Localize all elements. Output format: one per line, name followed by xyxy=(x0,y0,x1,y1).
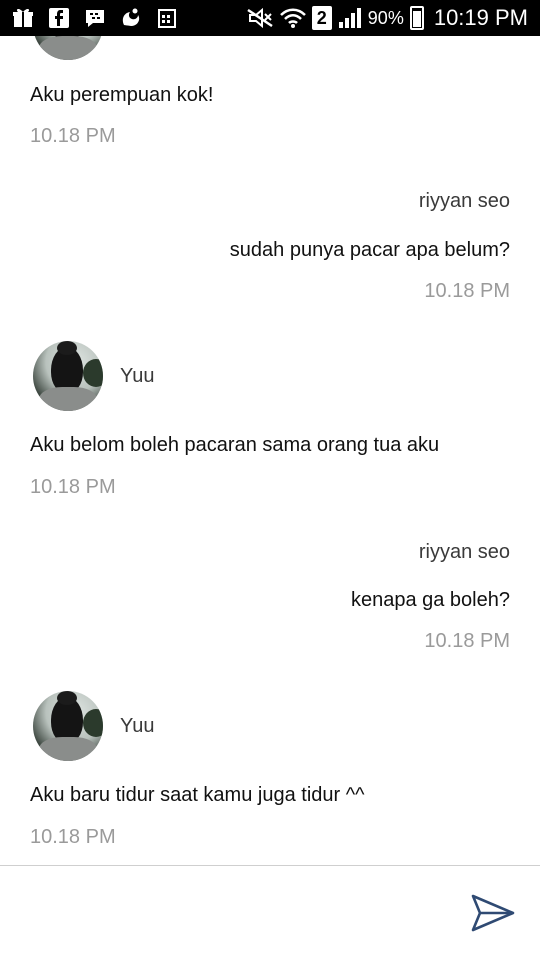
status-bar: 2 90% 10:19 PM xyxy=(0,0,540,36)
battery-icon xyxy=(409,6,424,30)
message-time: 10.18 PM xyxy=(30,476,116,498)
sender-name: riyyan seo xyxy=(418,190,510,212)
clock: 10:19 PM xyxy=(433,5,528,30)
sim-slot-badge: 2 xyxy=(311,6,332,30)
avatar[interactable] xyxy=(33,341,103,411)
calendar-icon xyxy=(156,7,178,29)
message-input[interactable] xyxy=(20,884,440,944)
message-text: sudah punya pacar apa belum? xyxy=(229,239,510,261)
gift-icon xyxy=(12,7,34,29)
wifi-icon xyxy=(279,7,306,29)
message-time: 10.18 PM xyxy=(30,125,116,147)
bbm-icon xyxy=(84,7,106,29)
facebook-icon xyxy=(48,7,70,29)
message-text: Aku baru tidur saat kamu juga tidur ^^ xyxy=(30,784,365,806)
sender-name: Yuu xyxy=(120,365,155,387)
send-button[interactable] xyxy=(470,890,516,936)
battery-percent: 90% xyxy=(367,7,404,28)
message-composer xyxy=(0,865,540,960)
avatar[interactable] xyxy=(33,691,103,761)
message-time: 10.18 PM xyxy=(424,630,510,652)
uc-browser-icon xyxy=(120,7,142,29)
message-time: 10.18 PM xyxy=(30,826,116,848)
message-text: kenapa ga boleh? xyxy=(350,589,510,611)
chat-thread[interactable]: Aku perempuan kok! 10.18 PM riyyan seo s… xyxy=(0,0,540,865)
sender-name: Yuu xyxy=(120,715,155,737)
message-time: 10.18 PM xyxy=(424,280,510,302)
send-icon xyxy=(471,894,515,932)
message-text: Aku perempuan kok! xyxy=(30,84,214,106)
signal-icon xyxy=(338,7,362,29)
sender-name: riyyan seo xyxy=(418,541,510,563)
message-text: Aku belom boleh pacaran sama orang tua a… xyxy=(30,434,440,456)
mute-icon xyxy=(246,7,274,29)
